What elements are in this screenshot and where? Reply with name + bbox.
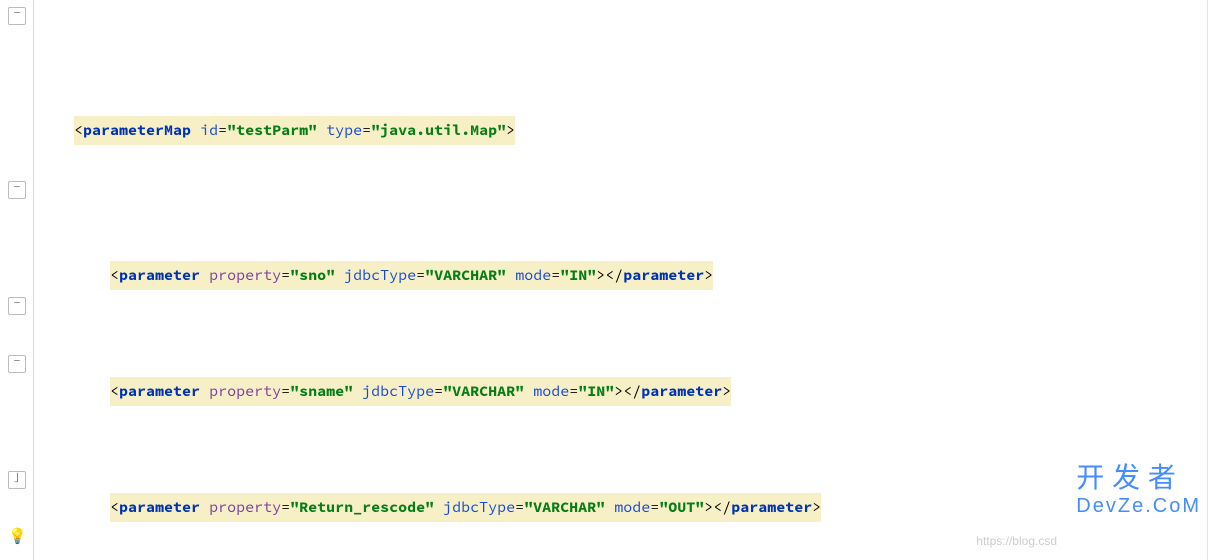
fold-minus-icon[interactable]: − bbox=[8, 7, 26, 25]
gutter-separator bbox=[33, 0, 34, 560]
fold-end-icon[interactable]: ⌟ bbox=[8, 471, 26, 489]
vertical-scrollbar[interactable] bbox=[1207, 0, 1226, 560]
fold-minus-icon[interactable]: − bbox=[8, 297, 26, 315]
footer-url: https://blog.csd bbox=[976, 527, 1057, 556]
lightbulb-icon[interactable]: 💡 bbox=[8, 529, 24, 545]
editor-viewport: − − − − ⌟ 💡 <parameterMap id="testParm" … bbox=[0, 0, 1226, 560]
code-editor[interactable]: <parameterMap id="testParm" type="java.u… bbox=[36, 0, 1207, 560]
fold-minus-icon[interactable]: − bbox=[8, 355, 26, 373]
code-line[interactable]: <parameter property="sname" jdbcType="VA… bbox=[38, 377, 1207, 406]
code-line[interactable]: <parameter property="sno" jdbcType="VARC… bbox=[38, 261, 1207, 290]
code-line[interactable]: <parameter property="Return_rescode" jdb… bbox=[38, 493, 1207, 522]
code-line[interactable]: <parameterMap id="testParm" type="java.u… bbox=[38, 116, 1207, 145]
gutter: − − − − ⌟ 💡 bbox=[0, 0, 34, 560]
fold-minus-icon[interactable]: − bbox=[8, 181, 26, 199]
